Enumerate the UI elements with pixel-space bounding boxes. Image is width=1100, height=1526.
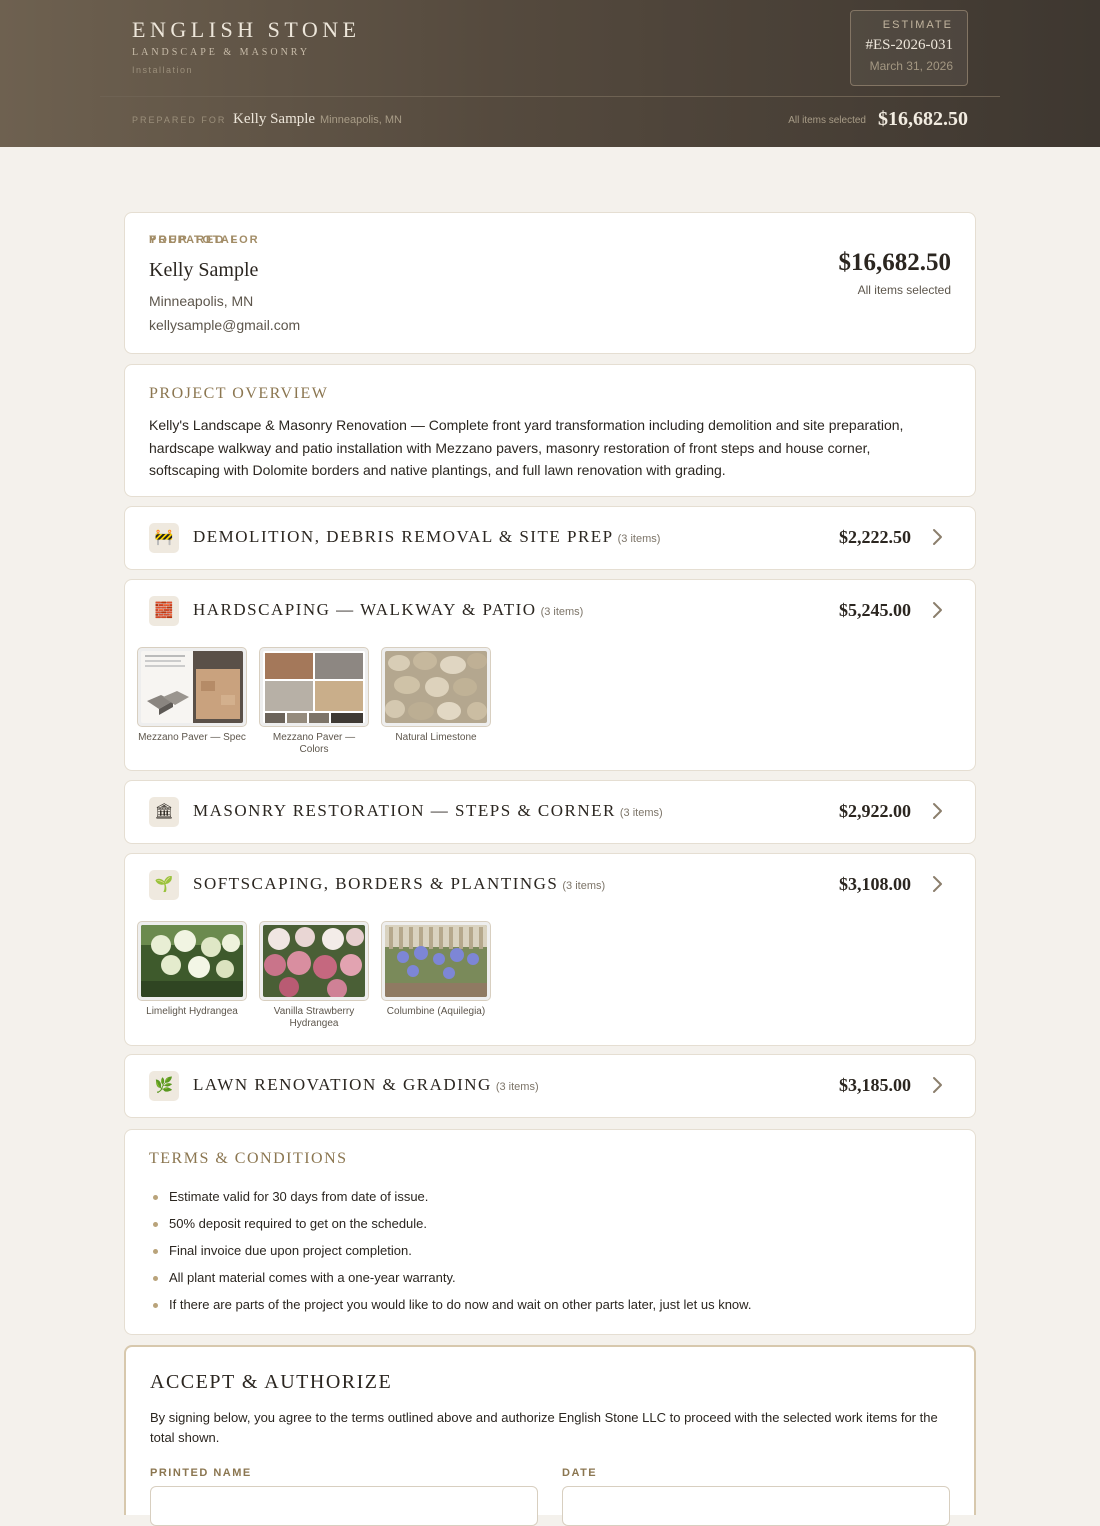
category-card-masonry[interactable]: 🏛 MASONRY RESTORATION — STEPS & CORNER (3… <box>124 780 976 844</box>
accept-text: By signing below, you agree to the terms… <box>150 1410 938 1445</box>
chevron-right-icon[interactable] <box>927 600 947 620</box>
printed-name-label: PRINTED NAME <box>150 1467 252 1479</box>
header-client-location: Minneapolis, MN <box>320 114 402 126</box>
image-thumbnail[interactable]: Mezzano Paver — Colors <box>259 647 369 756</box>
image-caption: Mezzano Paver — Colors <box>272 732 356 755</box>
prepared-for-label: PREPARED FOR <box>132 115 227 125</box>
printed-name-input[interactable] <box>150 1486 538 1526</box>
category-price: $2,222.50 <box>839 527 911 547</box>
category-price: $2,922.00 <box>839 801 911 821</box>
category-item-count: (3 items) <box>540 606 584 618</box>
classical-building-icon: 🏛 <box>149 797 179 827</box>
category-header[interactable]: 🏛 MASONRY RESTORATION — STEPS & CORNER (3… <box>125 781 975 843</box>
estimate-badge: ESTIMATE #ES-2026-031 March 31, 2026 <box>850 10 968 86</box>
chevron-right-icon[interactable] <box>927 874 947 894</box>
estimate-label: ESTIMATE <box>882 19 953 31</box>
terms-item: 50% deposit required to get on the sched… <box>149 1215 751 1242</box>
date-label: DATE <box>562 1467 598 1479</box>
bricks-icon: 🧱 <box>149 596 179 626</box>
terms-card: TERMS & CONDITIONS Estimate valid for 30… <box>124 1129 976 1335</box>
terms-item: All plant material comes with a one-year… <box>149 1269 751 1296</box>
brand-name: ENGLISH STONE <box>132 17 361 42</box>
image-caption: Vanilla Strawberry Hydrangea <box>273 1006 355 1029</box>
header-client-name: Kelly Sample <box>233 111 316 127</box>
terms-title: TERMS & CONDITIONS <box>149 1150 348 1167</box>
image-caption: Limelight Hydrangea <box>146 1006 238 1017</box>
category-header[interactable]: 🚧 DEMOLITION, DEBRIS REMOVAL & SITE PREP… <box>125 507 975 569</box>
category-price: $5,245.00 <box>839 600 911 620</box>
terms-item: Estimate valid for 30 days from date of … <box>149 1188 751 1215</box>
category-header[interactable]: 🌿 LAWN RENOVATION & GRADING (3 items) $3,… <box>125 1055 975 1117</box>
category-item-count: (3 items) <box>617 533 661 545</box>
image-thumbnail[interactable]: Columbine (Aquilegia) <box>381 921 491 1018</box>
construction-barrier-icon: 🚧 <box>149 523 179 553</box>
category-card-lawn[interactable]: 🌿 LAWN RENOVATION & GRADING (3 items) $3,… <box>124 1054 976 1118</box>
brand-tag: Installation <box>132 65 194 75</box>
brand-subtitle: LANDSCAPE & MASONRY <box>132 47 311 58</box>
category-card-demolition[interactable]: 🚧 DEMOLITION, DEBRIS REMOVAL & SITE PREP… <box>124 506 976 570</box>
estimate-number: #ES-2026-031 <box>865 37 954 53</box>
category-header[interactable]: 🧱 HARDSCAPING — WALKWAY & PATIO (3 items)… <box>125 580 975 642</box>
header-selection-status: All items selected <box>788 115 866 126</box>
columbine-image[interactable] <box>381 921 491 1001</box>
category-title: HARDSCAPING — WALKWAY & PATIO (3 items) <box>193 600 584 619</box>
category-item-count: (3 items) <box>562 880 606 892</box>
terms-item: If there are parts of the project you wo… <box>149 1296 751 1323</box>
category-card-softscaping[interactable]: 🌱 SOFTSCAPING, BORDERS & PLANTINGS (3 ite… <box>124 853 976 1046</box>
date-input[interactable] <box>562 1486 950 1526</box>
total-amount: $16,682.50 <box>838 249 952 276</box>
category-title: SOFTSCAPING, BORDERS & PLANTINGS (3 items… <box>193 874 606 893</box>
image-thumbnail[interactable]: Limelight Hydrangea <box>137 921 247 1018</box>
mezzano-spec-image[interactable] <box>137 647 247 727</box>
image-caption: Mezzano Paver — Spec <box>138 732 246 743</box>
terms-item: Final invoice due upon project completio… <box>149 1242 751 1269</box>
vanilla-strawberry-hydrangea-image[interactable] <box>259 921 369 1001</box>
limelight-hydrangea-image[interactable] <box>137 921 247 1001</box>
category-card-hardscaping[interactable]: 🧱 HARDSCAPING — WALKWAY & PATIO (3 items)… <box>124 579 976 771</box>
client-name: Kelly Sample <box>149 259 259 281</box>
category-item-count: (3 items) <box>619 807 663 819</box>
chevron-right-icon[interactable] <box>927 801 947 821</box>
chevron-right-icon[interactable] <box>927 527 947 547</box>
category-title: DEMOLITION, DEBRIS REMOVAL & SITE PREP (3… <box>193 527 661 546</box>
image-thumbnail[interactable]: Mezzano Paver — Spec <box>137 647 247 744</box>
category-price: $3,185.00 <box>839 1075 911 1095</box>
your-total-eyebrow: YOUR TOTAL <box>149 234 240 246</box>
project-overview-text: Kelly's Landscape & Masonry Renovation —… <box>149 417 904 478</box>
limestone-image[interactable] <box>381 647 491 727</box>
client-email: kellysample@gmail.com <box>149 317 301 333</box>
image-thumbnail[interactable]: Natural Limestone <box>381 647 491 744</box>
mezzano-colors-image[interactable] <box>259 647 369 727</box>
client-card: PREPARED FOR Kelly Sample Minneapolis, M… <box>124 212 976 354</box>
category-title: LAWN RENOVATION & GRADING (3 items) <box>193 1075 539 1094</box>
accept-authorize-card: ACCEPT & AUTHORIZE By signing below, you… <box>124 1345 976 1526</box>
image-caption: Columbine (Aquilegia) <box>386 1006 486 1017</box>
selection-status: All items selected <box>857 283 951 297</box>
accept-title: ACCEPT & AUTHORIZE <box>150 1371 393 1393</box>
estimate-header: ENGLISH STONE LANDSCAPE & MASONRY Instal… <box>0 0 1100 147</box>
chevron-right-icon[interactable] <box>927 1075 947 1095</box>
herb-icon: 🌿 <box>149 1071 179 1101</box>
header-total: $16,682.50 <box>878 108 968 130</box>
seedling-icon: 🌱 <box>149 870 179 900</box>
terms-list: Estimate valid for 30 days from date of … <box>149 1188 751 1323</box>
client-location: Minneapolis, MN <box>149 293 254 309</box>
category-price: $3,108.00 <box>839 874 911 894</box>
image-caption: Natural Limestone <box>395 732 477 743</box>
estimate-date: March 31, 2026 <box>869 59 953 73</box>
project-overview-card: PROJECT OVERVIEW Kelly's Landscape & Mas… <box>124 364 976 497</box>
project-overview-title: PROJECT OVERVIEW <box>149 385 329 402</box>
category-item-count: (3 items) <box>495 1081 539 1093</box>
image-thumbnail[interactable]: Vanilla Strawberry Hydrangea <box>259 921 369 1030</box>
category-header[interactable]: 🌱 SOFTSCAPING, BORDERS & PLANTINGS (3 ite… <box>125 854 975 916</box>
header-divider <box>100 96 1000 97</box>
category-title: MASONRY RESTORATION — STEPS & CORNER (3 i… <box>193 801 663 820</box>
